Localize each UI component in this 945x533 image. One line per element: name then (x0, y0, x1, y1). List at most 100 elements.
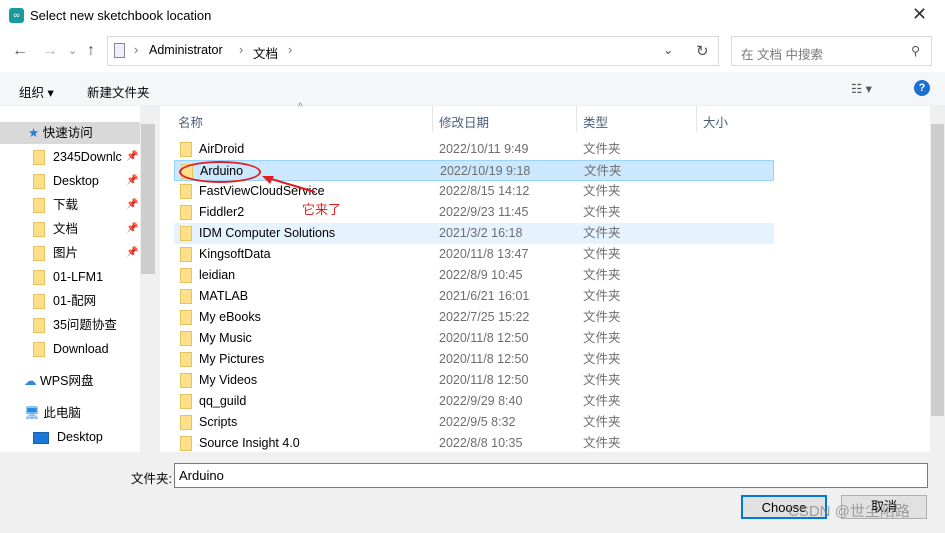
file-date: 2021/3/2 16:18 (439, 226, 523, 240)
sidebar-item-label: 01-配网 (53, 294, 97, 308)
folder-icon (33, 150, 45, 166)
help-button[interactable]: ? (914, 80, 930, 96)
file-list-scrollbar[interactable] (930, 106, 945, 452)
file-date: 2022/8/15 14:12 (439, 184, 530, 198)
file-name: My Music (199, 331, 252, 345)
back-button[interactable]: ← (12, 42, 28, 60)
breadcrumb-documents[interactable]: 文档 (253, 43, 278, 62)
file-date: 2022/8/8 10:35 (439, 436, 523, 450)
file-type: 文件夹 (583, 436, 621, 450)
file-row[interactable]: My Pictures 2020/11/8 12:50 文件夹 (174, 349, 774, 370)
cloud-icon: ☁ (24, 374, 40, 388)
sidebar-item[interactable]: 图片 📌 (0, 242, 140, 264)
refresh-button[interactable]: ↻ (696, 42, 709, 60)
search-icon: ⚲ (911, 44, 921, 58)
pin-icon: 📌 (126, 175, 139, 186)
file-row[interactable]: KingsoftData 2020/11/8 13:47 文件夹 (174, 244, 774, 265)
sidebar-item-label: WPS网盘 (39, 374, 94, 388)
sidebar-pc-desktop[interactable]: Desktop (0, 426, 140, 448)
desktop-icon (33, 431, 49, 444)
sidebar-item[interactable]: Download (0, 338, 140, 360)
sidebar-this-pc[interactable]: 🖥 此电脑 (0, 402, 140, 424)
close-button[interactable]: ✕ (912, 4, 927, 25)
file-date: 2020/11/8 12:50 (439, 373, 529, 387)
folder-icon (180, 310, 192, 325)
forward-button[interactable]: → (42, 42, 58, 60)
file-row[interactable]: AirDroid 2022/10/11 9:49 文件夹 (174, 139, 774, 160)
breadcrumb-separator: › (239, 43, 244, 57)
file-row[interactable]: My Videos 2020/11/8 12:50 文件夹 (174, 370, 774, 391)
breadcrumb-administrator[interactable]: Administrator (149, 43, 223, 57)
folder-icon (180, 352, 192, 367)
breadcrumb-separator: › (134, 43, 139, 57)
watermark: CSDN @世尘陌路 (788, 503, 910, 520)
up-button[interactable]: ↑ (87, 42, 95, 60)
folder-icon (180, 394, 192, 409)
file-row[interactable]: leidian 2022/8/9 10:45 文件夹 (174, 265, 774, 286)
sidebar-item[interactable]: 2345Downlc 📌 (0, 146, 140, 168)
file-row[interactable]: My eBooks 2022/7/25 15:22 文件夹 (174, 307, 774, 328)
sidebar-item[interactable]: 01-配网 (0, 290, 140, 312)
file-date: 2022/9/23 11:45 (439, 205, 529, 219)
sidebar-item-label: 35问题协查 (53, 318, 117, 332)
file-row[interactable]: Fiddler2 2022/9/23 11:45 文件夹 (174, 202, 774, 223)
sidebar-item-label: Desktop (57, 430, 103, 444)
file-row[interactable]: Scripts 2022/9/5 8:32 文件夹 (174, 412, 774, 433)
sidebar-item[interactable]: 下载 📌 (0, 194, 140, 216)
file-date: 2020/11/8 12:50 (439, 331, 529, 345)
pin-icon: 📌 (126, 247, 139, 258)
sidebar-quick-access[interactable]: ★ 快速访问 (0, 122, 140, 144)
new-folder-button[interactable]: 新建文件夹 (87, 82, 150, 101)
organize-button[interactable]: 组织 ▾ (19, 82, 54, 101)
sidebar-item[interactable]: 文档 📌 (0, 218, 140, 240)
file-date: 2022/10/11 9:49 (439, 142, 529, 156)
sidebar-item[interactable]: 35问题协查 (0, 314, 140, 336)
column-header-name[interactable]: 名称 (178, 112, 203, 131)
sidebar-item-label: Download (53, 342, 109, 356)
sidebar-wps[interactable]: ☁ WPS网盘 (0, 370, 140, 392)
folder-icon (180, 289, 192, 304)
column-header-date[interactable]: 修改日期 (439, 112, 489, 131)
file-row[interactable]: Source Insight 4.0 2022/8/8 10:35 文件夹 (174, 433, 774, 454)
pin-icon: 📌 (126, 223, 139, 234)
sidebar-item[interactable]: 01-LFM1 (0, 266, 140, 288)
folder-label: 文件夹: (131, 472, 172, 486)
folder-icon (33, 342, 45, 358)
file-row[interactable]: MATLAB 2021/6/21 16:01 文件夹 (174, 286, 774, 307)
breadcrumb-separator: › (288, 43, 293, 57)
file-date: 2022/9/5 8:32 (439, 415, 516, 429)
file-date: 2021/6/21 16:01 (439, 289, 530, 303)
file-list-scroll-thumb[interactable] (931, 124, 944, 416)
recent-locations-button[interactable]: ⌄ (68, 44, 77, 57)
search-input[interactable]: 在 文档 中搜索 (731, 36, 932, 66)
address-bar[interactable]: › Administrator › 文档 › ⌄ ↻ (107, 36, 719, 66)
file-row[interactable]: IDM Computer Solutions 2021/3/2 16:18 文件夹 (174, 223, 774, 244)
sidebar-scrollbar[interactable] (140, 106, 156, 452)
file-date: 2022/10/19 9:18 (440, 164, 531, 178)
sidebar-scroll-thumb[interactable] (141, 124, 155, 274)
file-type: 文件夹 (583, 226, 621, 240)
desktop-icon (33, 174, 45, 190)
file-row[interactable]: qq_guild 2022/9/29 8:40 文件夹 (174, 391, 774, 412)
address-dropdown-button[interactable]: ⌄ (663, 42, 673, 57)
annotation-arrow (262, 176, 316, 193)
file-type: 文件夹 (583, 268, 621, 282)
folder-name-input[interactable]: Arduino (174, 463, 928, 488)
star-icon: ★ (28, 126, 43, 140)
pin-icon: 📌 (126, 199, 139, 210)
file-date: 2022/8/9 10:45 (439, 268, 523, 282)
column-header-type[interactable]: 类型 (583, 112, 608, 131)
file-row[interactable]: My Music 2020/11/8 12:50 文件夹 (174, 328, 774, 349)
annotation-text: 它来了 (302, 202, 342, 217)
file-name: IDM Computer Solutions (199, 226, 336, 240)
computer-icon: 🖥 (24, 406, 44, 420)
file-type: 文件夹 (583, 184, 621, 198)
sidebar-item[interactable]: Desktop 📌 (0, 170, 140, 192)
file-type: 文件夹 (583, 289, 621, 303)
column-header-size[interactable]: 大小 (703, 112, 728, 131)
folder-icon (180, 415, 192, 430)
pin-icon: 📌 (126, 151, 139, 162)
view-options-button[interactable]: ☷ ▾ (851, 81, 872, 96)
file-type: 文件夹 (583, 310, 621, 324)
file-name: My eBooks (199, 310, 261, 324)
